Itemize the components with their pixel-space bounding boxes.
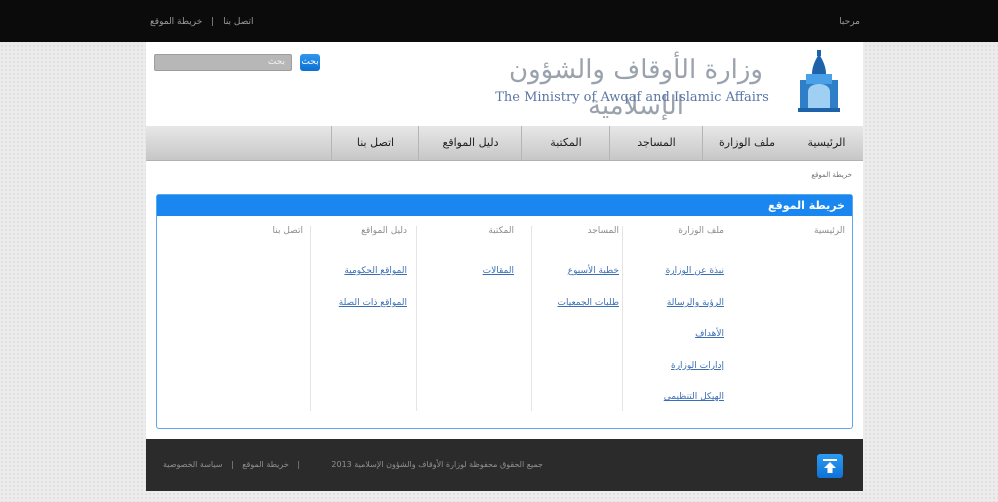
sitemap-link[interactable]: المواقع ذات الصلة xyxy=(339,298,407,308)
sitemap-link[interactable]: الأهداف xyxy=(695,329,724,339)
site-header: بحث بحث وزارة الأوقاف والشؤون الإسلامية … xyxy=(146,42,863,126)
sitemap-link[interactable]: إدارات الوزارة xyxy=(671,361,724,371)
top-links: اتصل بنا | خريطة الموقع xyxy=(147,17,257,27)
arrow-up-icon xyxy=(823,459,837,473)
footer-links: خريطة الموقع | سياسة الخصوصية | xyxy=(160,460,303,469)
sitemap-link[interactable]: المقالات xyxy=(483,266,514,276)
footer-sitemap-link[interactable]: خريطة الموقع xyxy=(242,460,288,469)
column-heading[interactable]: الرئيسية xyxy=(814,226,845,236)
sitemap-link[interactable]: طلبات الجمعيات xyxy=(558,298,619,308)
page-container: بحث بحث وزارة الأوقاف والشؤون الإسلامية … xyxy=(146,42,863,491)
main-content: خريطة الموقع خريطة الموقع الرئيسية ملف ا… xyxy=(146,161,863,439)
nav-home[interactable]: الرئيسية xyxy=(790,126,863,160)
nav-sites-directory[interactable]: دليل المواقع xyxy=(418,126,522,160)
search-button[interactable]: بحث xyxy=(300,54,320,71)
footer-privacy-link[interactable]: سياسة الخصوصية xyxy=(163,460,222,469)
column-heading[interactable]: دليل المواقع xyxy=(361,226,407,236)
breadcrumb[interactable]: خريطة الموقع xyxy=(811,171,852,179)
column-heading[interactable]: اتصل بنا xyxy=(273,226,303,236)
sitemap-link[interactable]: المواقع الحكومية xyxy=(344,266,407,276)
site-footer: خريطة الموقع | سياسة الخصوصية | جميع الح… xyxy=(146,439,863,491)
nav-contact-us[interactable]: اتصل بنا xyxy=(331,126,419,160)
ministry-emblem-icon[interactable] xyxy=(796,50,842,116)
sitemap-link[interactable]: نبذة عن الوزارة xyxy=(666,266,724,276)
sitemap-link[interactable]: الهيكل التنظيمي xyxy=(664,392,724,402)
welcome-text: مرحبا xyxy=(839,17,860,27)
logo-arabic-title: وزارة الأوقاف والشؤون الإسلامية xyxy=(509,55,763,121)
nav-library[interactable]: المكتبة xyxy=(521,126,610,160)
main-nav: الرئيسية ملف الوزارة المساجد المكتبة دلي… xyxy=(146,126,863,161)
sitemap-column-library: المكتبة المقالات xyxy=(416,226,518,411)
sitemap-link[interactable]: خريطة الموقع xyxy=(150,17,202,27)
contact-us-link[interactable]: اتصل بنا xyxy=(223,17,253,27)
nav-ministry-profile[interactable]: ملف الوزارة xyxy=(702,126,791,160)
back-to-top-button[interactable] xyxy=(817,454,843,478)
footer-copyright: جميع الحقوق محفوظة لوزارة الأوقاف والشؤو… xyxy=(331,460,543,469)
sitemap-column-home: الرئيسية xyxy=(727,226,849,411)
panel-title: خريطة الموقع xyxy=(157,195,852,216)
sitemap-column-contact: اتصل بنا xyxy=(237,226,307,411)
column-heading[interactable]: المكتبة xyxy=(488,226,514,236)
sitemap-column-mosques: المساجد خطبة الأسبوع طلبات الجمعيات xyxy=(531,226,623,411)
sitemap-link[interactable]: خطبة الأسبوع xyxy=(568,266,619,276)
search-input[interactable]: بحث xyxy=(154,54,292,71)
sitemap-column-ministry: ملف الوزارة نبذة عن الوزارة الرؤية والرس… xyxy=(622,226,728,411)
top-bar: اتصل بنا | خريطة الموقع مرحبا xyxy=(0,0,998,42)
sitemap-column-sites: دليل المواقع المواقع الحكومية المواقع ذا… xyxy=(310,226,411,411)
nav-mosques[interactable]: المساجد xyxy=(609,126,703,160)
column-heading[interactable]: المساجد xyxy=(587,226,619,236)
top-separator: | xyxy=(211,17,215,27)
sitemap-link[interactable]: الرؤية والرسالة xyxy=(667,298,724,308)
footer-separator: | xyxy=(231,460,234,469)
column-heading[interactable]: ملف الوزارة xyxy=(678,226,724,236)
logo-english-title: The Ministry of Awqaf and Islamic Affair… xyxy=(495,90,769,105)
sitemap-panel: خريطة الموقع الرئيسية ملف الوزارة نبذة ع… xyxy=(156,194,853,429)
footer-separator: | xyxy=(297,460,301,469)
